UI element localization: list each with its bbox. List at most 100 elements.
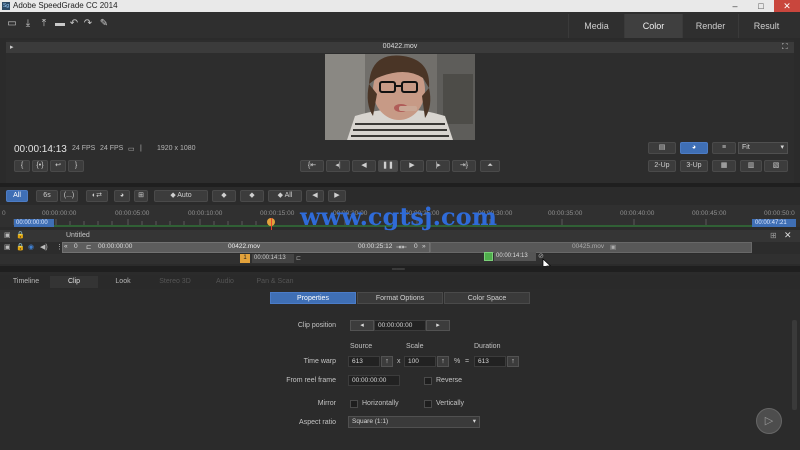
track-add-icon[interactable]: ⊞	[770, 231, 777, 240]
expand-button[interactable]: ⏶	[480, 160, 500, 172]
tab-color[interactable]: Color	[624, 14, 682, 38]
duration-field[interactable]: 613	[474, 356, 506, 367]
split-view-button[interactable]: ▦	[712, 160, 736, 172]
rgb-layer-button[interactable]: ◐⇄	[86, 190, 108, 202]
scale-field[interactable]: 100	[404, 356, 436, 367]
clip-in-timecode: 00:00:00:00	[98, 243, 133, 250]
levels-button[interactable]: ≡	[712, 142, 736, 154]
filter-all-button[interactable]: All	[6, 190, 28, 202]
tab-timeline[interactable]: Timeline	[4, 276, 48, 288]
compare-3up-button[interactable]: 3-Up	[680, 160, 708, 172]
clip-position-increment[interactable]: ▸	[426, 320, 450, 331]
source-stepper[interactable]: ↑	[381, 356, 393, 367]
tab-audio: Audio	[216, 278, 234, 285]
play-reverse-button[interactable]: ◀	[352, 160, 376, 172]
zoom-fit-select[interactable]: Fit ▾	[738, 142, 788, 154]
track-close-icon[interactable]: ✕	[784, 230, 792, 241]
tab-media[interactable]: Media	[568, 14, 624, 38]
previous-frame-button[interactable]: ◂|	[326, 160, 350, 172]
subtab-properties[interactable]: Properties	[270, 292, 356, 304]
pause-button[interactable]: ❚❚	[378, 160, 398, 172]
properties-scrollbar[interactable]	[792, 320, 797, 410]
filter-dots-button[interactable]: (...)	[60, 190, 78, 202]
maximize-button[interactable]: □	[748, 0, 774, 12]
save-project-icon[interactable]: ⤒	[38, 18, 50, 30]
import-icon[interactable]: ▬	[54, 18, 66, 30]
redo-icon[interactable]: ↷	[82, 18, 94, 30]
aspect-ratio-select[interactable]: Square (1:1) ▾	[348, 416, 480, 428]
new-project-icon[interactable]: ▭	[6, 18, 18, 30]
close-button[interactable]: ✕	[774, 0, 800, 12]
clip-position-decrement[interactable]: ◂	[350, 320, 374, 331]
rgb-grade-button[interactable]: ◕	[114, 190, 130, 202]
go-to-end-button[interactable]: ⇥}	[452, 160, 476, 172]
mark-out-button[interactable]: }	[68, 160, 84, 172]
open-project-icon[interactable]: ⤓	[22, 18, 34, 30]
loop-button[interactable]: ↩	[50, 160, 66, 172]
tab-look[interactable]: Look	[100, 276, 146, 288]
auto-button[interactable]: ◆ Auto	[154, 190, 208, 202]
track-film-icon[interactable]: ▣	[4, 243, 11, 251]
mark-clip-button[interactable]: {•}	[32, 160, 48, 172]
reverse-checkbox[interactable]	[424, 377, 432, 385]
in-point-timecode[interactable]: 00:00:00:00	[14, 219, 54, 227]
snapshot-button[interactable]: ▧	[764, 160, 788, 172]
grade-tool-button[interactable]: ⊞	[134, 190, 148, 202]
lock-icon[interactable]: 🔒	[16, 231, 25, 239]
previous-keyframe-button[interactable]: ◀	[306, 190, 324, 202]
clip-position-label: Clip position	[297, 322, 336, 329]
drag-handle-icon[interactable]: ═══	[392, 267, 405, 273]
mirror-horizontal-checkbox[interactable]	[350, 400, 358, 408]
hover-marker-icon[interactable]	[484, 252, 493, 261]
next-frame-button[interactable]: |▸	[426, 160, 450, 172]
fullscreen-icon[interactable]: ⛶	[782, 42, 788, 52]
color-wheels-button[interactable]: ◕	[680, 142, 708, 154]
go-to-start-button[interactable]: {⇤	[300, 160, 324, 172]
track-lock-icon[interactable]: 🔒	[16, 243, 25, 251]
subtab-color-space[interactable]: Color Space	[444, 292, 530, 304]
clip-name: 00422.mov	[228, 243, 261, 250]
play-button[interactable]: ▶	[400, 160, 424, 172]
clip-trim-icon: ⇥⇤	[396, 244, 407, 251]
visibility-eye-icon[interactable]: ◉	[28, 243, 34, 251]
tab-clip[interactable]: Clip	[50, 276, 98, 288]
audio-speaker-icon[interactable]: ◀)	[40, 243, 48, 251]
video-preview	[325, 54, 475, 140]
track-layer-icon[interactable]: ▣	[4, 231, 11, 239]
next-keyframe-button[interactable]: ▶	[328, 190, 346, 202]
subtab-format-options[interactable]: Format Options	[357, 292, 443, 304]
mark-in-button[interactable]: {	[14, 160, 30, 172]
tab-result[interactable]: Result	[738, 14, 794, 38]
collapse-arrow-icon[interactable]: ▸	[10, 43, 14, 51]
filter-6s-button[interactable]: 6s	[36, 190, 58, 202]
tab-render[interactable]: Render	[682, 14, 738, 38]
panel-divider[interactable]	[0, 183, 800, 187]
from-reel-field[interactable]: 00:00:00:00	[348, 375, 400, 386]
viewer-filename: 00422.mov	[382, 43, 418, 50]
play-overlay-icon[interactable]: ▷	[756, 408, 782, 434]
keyframe-all-button[interactable]: ◆ All	[268, 190, 302, 202]
fps-label-2: 24 FPS	[100, 145, 124, 152]
settings-wrench-icon[interactable]: ✎	[98, 18, 110, 30]
vertically-label: Vertically	[436, 400, 465, 407]
aspect-ratio-label: Aspect ratio	[299, 419, 336, 426]
compare-2up-button[interactable]: 2-Up	[648, 160, 676, 172]
time-warp-label: Time warp	[303, 358, 336, 365]
out-point-timecode[interactable]: 00:00:47:21	[752, 219, 796, 227]
scopes-button[interactable]: ▤	[648, 142, 676, 154]
source-frames-field[interactable]: 613	[348, 356, 380, 367]
undo-icon[interactable]: ↶	[68, 18, 80, 30]
mirror-vertical-checkbox[interactable]	[424, 400, 432, 408]
keyframe-prev-button[interactable]: ◆	[212, 190, 236, 202]
keyframe-add-button[interactable]: ◆	[240, 190, 264, 202]
clip-position-field[interactable]: 00:00:00:00	[374, 320, 426, 331]
wipe-view-button[interactable]: ▥	[740, 160, 762, 172]
horizontally-label: Horizontally	[362, 400, 399, 407]
duration-stepper[interactable]: ↑	[507, 356, 519, 367]
marker-row	[0, 254, 800, 264]
marker-badge[interactable]: 1	[240, 254, 250, 263]
scale-stepper[interactable]: ↑	[437, 356, 449, 367]
marker-link-icon: ⊏	[296, 256, 302, 262]
fps-label-1: 24 FPS	[72, 145, 96, 152]
minimize-button[interactable]: –	[722, 0, 748, 12]
